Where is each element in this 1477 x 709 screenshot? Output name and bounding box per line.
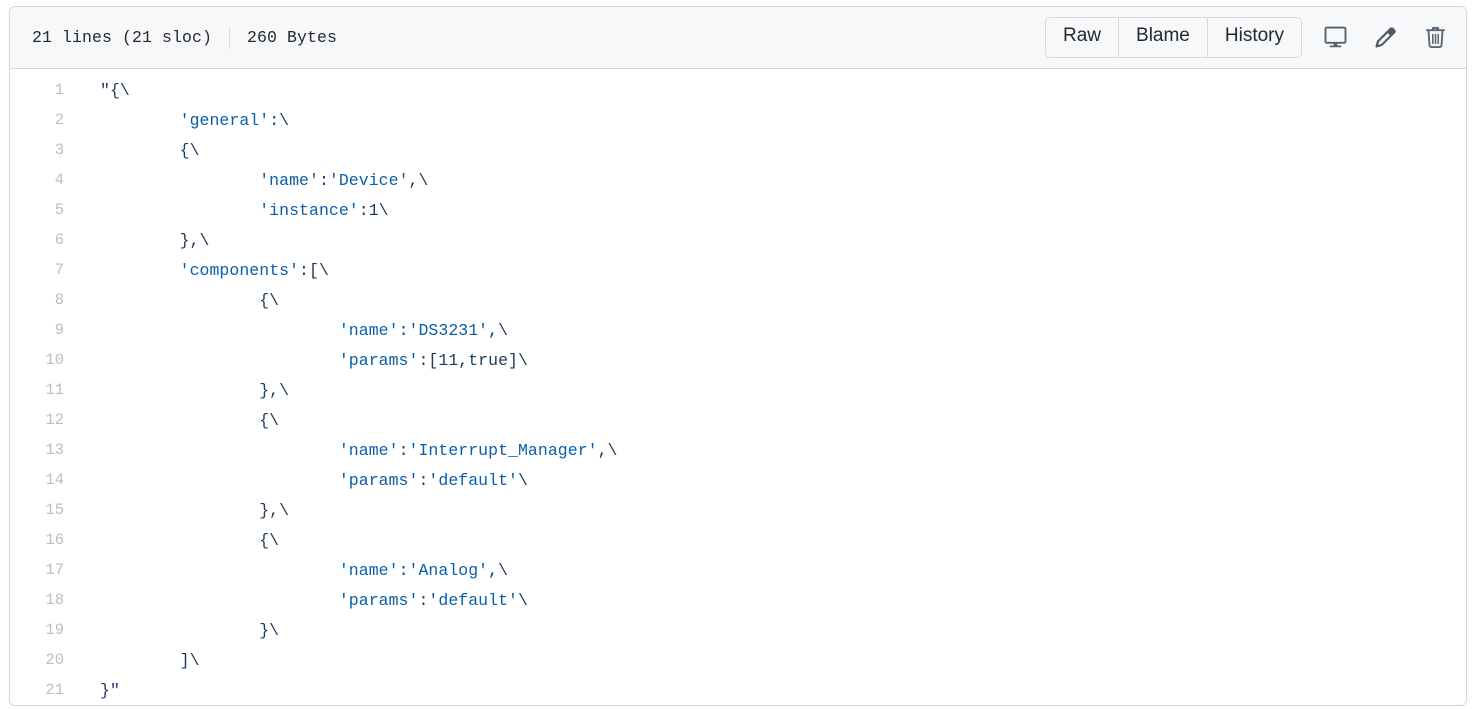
code-line: 5 'instance':1\ [10,195,1466,225]
code-line: 3 {\ [10,135,1466,165]
line-content[interactable]: 'instance':1\ [80,195,1466,225]
trash-icon [1423,25,1448,50]
code-line: 8 {\ [10,285,1466,315]
line-content[interactable]: 'general':\ [80,105,1466,135]
file-header-toolbar: 21 lines (21 sloc) 260 Bytes Raw Blame H… [10,7,1466,69]
desktop-icon-button[interactable] [1318,20,1352,54]
code-line: 21}" [10,675,1466,705]
meta-divider [229,26,231,49]
blame-button[interactable]: Blame [1118,18,1207,57]
view-button-group: Raw Blame History [1045,17,1302,58]
code-line: 7 'components':[\ [10,255,1466,285]
delete-icon-button[interactable] [1418,20,1452,54]
line-count-label: 21 lines (21 sloc) [32,28,213,47]
line-content[interactable]: },\ [80,225,1466,255]
line-number[interactable]: 12 [10,405,80,435]
code-line: 11 },\ [10,375,1466,405]
code-line: 17 'name':'Analog',\ [10,555,1466,585]
line-content[interactable]: {\ [80,525,1466,555]
code-line: 19 }\ [10,615,1466,645]
line-content[interactable]: },\ [80,375,1466,405]
line-number[interactable]: 15 [10,495,80,525]
code-line: 10 'params':[11,true]\ [10,345,1466,375]
line-number[interactable]: 20 [10,645,80,675]
file-blob-container: 21 lines (21 sloc) 260 Bytes Raw Blame H… [9,6,1467,706]
line-content[interactable]: "{\ [80,75,1466,105]
line-number[interactable]: 5 [10,195,80,225]
code-line: 9 'name':'DS3231',\ [10,315,1466,345]
file-meta: 21 lines (21 sloc) 260 Bytes [32,26,338,49]
line-number[interactable]: 18 [10,585,80,615]
line-number[interactable]: 16 [10,525,80,555]
line-number[interactable]: 21 [10,675,80,705]
line-content[interactable]: 'components':[\ [80,255,1466,285]
pencil-icon [1374,26,1397,49]
line-content[interactable]: 'name':'Analog',\ [80,555,1466,585]
line-number[interactable]: 14 [10,465,80,495]
file-size-label: 260 Bytes [247,28,338,47]
code-line: 18 'params':'default'\ [10,585,1466,615]
code-line: 16 {\ [10,525,1466,555]
code-lines: 1 "{\ 2 'general':\ 3 {\ 4 'name':'Device',\… [10,75,1466,705]
code-line: 1 "{\ [10,75,1466,105]
code-line: 20 ]\ [10,645,1466,675]
code-line: 13 'name':'Interrupt_Manager',\ [10,435,1466,465]
line-content[interactable]: ]\ [80,645,1466,675]
desktop-icon [1323,25,1348,50]
code-line: 6 },\ [10,225,1466,255]
line-number[interactable]: 8 [10,285,80,315]
line-content[interactable]: 'name':'Interrupt_Manager',\ [80,435,1466,465]
line-number[interactable]: 10 [10,345,80,375]
line-content[interactable]: {\ [80,285,1466,315]
code-blob-area: 1 "{\ 2 'general':\ 3 {\ 4 'name':'Device',\… [10,69,1466,705]
line-number[interactable]: 3 [10,135,80,165]
code-line: 12 {\ [10,405,1466,435]
line-content[interactable]: }" [80,675,1466,705]
line-content[interactable]: 'name':'DS3231',\ [80,315,1466,345]
line-number[interactable]: 13 [10,435,80,465]
line-content[interactable]: {\ [80,405,1466,435]
history-button[interactable]: History [1206,18,1301,57]
code-line: 15 },\ [10,495,1466,525]
line-number[interactable]: 9 [10,315,80,345]
line-number[interactable]: 19 [10,615,80,645]
line-number[interactable]: 1 [10,75,80,105]
code-line: 14 'params':'default'\ [10,465,1466,495]
line-content[interactable]: 'params':'default'\ [80,465,1466,495]
line-content[interactable]: 'params':[11,true]\ [80,345,1466,375]
line-number[interactable]: 17 [10,555,80,585]
line-content[interactable]: {\ [80,135,1466,165]
file-actions: Raw Blame History [1045,17,1452,58]
line-content[interactable]: 'params':'default'\ [80,585,1466,615]
line-content[interactable]: 'name':'Device',\ [80,165,1466,195]
line-number[interactable]: 4 [10,165,80,195]
edit-icon-button[interactable] [1368,20,1402,54]
line-number[interactable]: 2 [10,105,80,135]
code-line: 2 'general':\ [10,105,1466,135]
line-content[interactable]: },\ [80,495,1466,525]
code-table: 1 "{\ 2 'general':\ 3 {\ 4 'name':'Device',\… [10,75,1466,705]
raw-button[interactable]: Raw [1046,18,1119,57]
code-line: 4 'name':'Device',\ [10,165,1466,195]
line-number[interactable]: 7 [10,255,80,285]
line-number[interactable]: 11 [10,375,80,405]
line-number[interactable]: 6 [10,225,80,255]
line-content[interactable]: }\ [80,615,1466,645]
